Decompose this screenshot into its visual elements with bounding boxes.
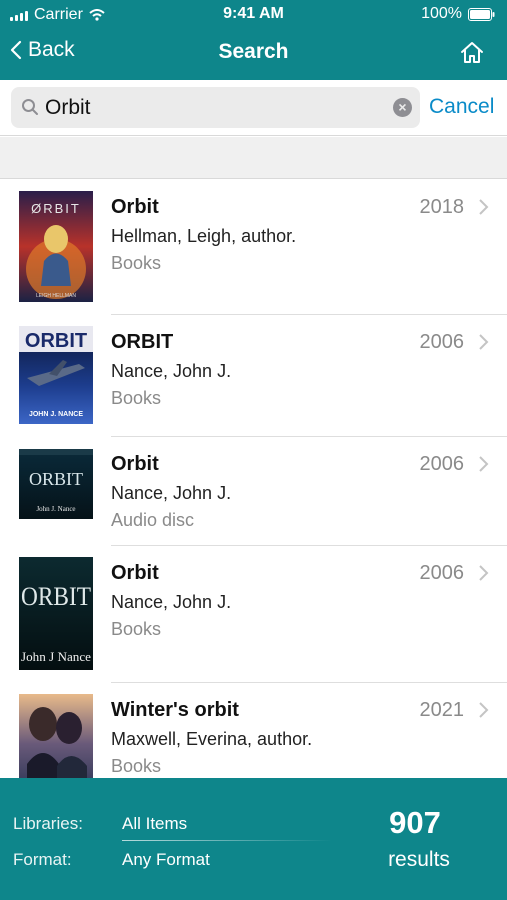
book-cover: ORBIT John J. Nance	[19, 449, 93, 519]
result-year: 2021	[419, 699, 465, 721]
results-count: 907	[389, 805, 441, 840]
status-bar: Carrier 9:41 AM 100%	[0, 0, 507, 30]
svg-text:John J Nance: John J Nance	[21, 649, 91, 664]
result-author: Maxwell, Everina, author.	[111, 729, 313, 749]
chevron-right-icon	[479, 456, 489, 472]
result-row[interactable]: ORBIT John J. Nance Orbit 2006 Nance, Jo…	[0, 437, 507, 546]
result-title: ORBIT	[111, 331, 174, 353]
result-title: Orbit	[111, 453, 159, 475]
result-year: 2018	[419, 196, 465, 218]
result-format: Books	[111, 253, 162, 273]
cancel-button[interactable]: Cancel	[429, 95, 494, 119]
result-row[interactable]: ORBIT John J Nance Orbit 2006 Nance, Joh…	[0, 546, 507, 683]
search-summary-footer: Libraries: All Items Format: Any Format …	[0, 778, 507, 900]
svg-text:ORBIT: ORBIT	[21, 582, 91, 611]
svg-text:JOHN J. NANCE: JOHN J. NANCE	[29, 411, 83, 418]
battery-percent: 100%	[421, 5, 462, 22]
section-spacer	[0, 137, 507, 179]
chevron-right-icon	[479, 199, 489, 215]
app-screen: Carrier 9:41 AM 100% Back Search Orbit ×…	[0, 0, 507, 900]
result-author: Hellman, Leigh, author.	[111, 226, 297, 246]
status-right: 100%	[421, 5, 495, 23]
filter-divider	[122, 840, 332, 841]
results-count-label: results	[388, 848, 450, 871]
search-input[interactable]	[45, 93, 385, 123]
svg-text:John J. Nance: John J. Nance	[36, 505, 75, 513]
result-author: Nance, John J.	[111, 592, 232, 612]
results-list[interactable]: ØRBIT LEIGH HELLMAN Orbit 2018 Hellman, …	[0, 180, 507, 778]
result-format: Books	[111, 619, 162, 639]
nav-bar: Back Search	[0, 30, 507, 78]
book-cover	[19, 694, 93, 778]
svg-text:ORBIT: ORBIT	[25, 330, 87, 352]
chevron-right-icon	[479, 565, 489, 581]
libraries-label: Libraries:	[13, 814, 83, 833]
battery-icon	[468, 7, 495, 21]
svg-text:LEIGH HELLMAN: LEIGH HELLMAN	[36, 293, 76, 299]
book-cover: ORBIT John J Nance	[19, 557, 93, 670]
result-format: Books	[111, 756, 162, 776]
search-icon	[22, 99, 38, 115]
svg-text:ORBIT: ORBIT	[29, 469, 83, 489]
result-title: Winter's orbit	[111, 699, 239, 721]
format-filter[interactable]: Any Format	[122, 850, 210, 870]
result-row[interactable]: Winter's orbit 2021 Maxwell, Everina, au…	[0, 683, 507, 778]
result-year: 2006	[419, 331, 465, 353]
svg-text:ØRBIT: ØRBIT	[31, 201, 81, 216]
chevron-right-icon	[479, 702, 489, 718]
home-icon[interactable]	[459, 40, 485, 66]
result-author: Nance, John J.	[111, 361, 232, 381]
search-bar: × Cancel	[0, 80, 507, 136]
result-title: Orbit	[111, 196, 159, 218]
libraries-filter[interactable]: All Items	[122, 814, 187, 834]
result-year: 2006	[419, 453, 465, 475]
clear-search-icon[interactable]: ×	[393, 98, 412, 117]
book-cover: ORBIT JOHN J. NANCE	[19, 326, 93, 424]
page-title: Search	[218, 40, 289, 63]
header: Carrier 9:41 AM 100% Back Search	[0, 0, 507, 80]
result-author: Nance, John J.	[111, 483, 232, 503]
result-year: 2006	[419, 562, 465, 584]
result-format: Audio disc	[111, 510, 195, 530]
result-title: Orbit	[111, 562, 159, 584]
search-field[interactable]: ×	[11, 87, 420, 128]
book-cover: ØRBIT LEIGH HELLMAN	[19, 191, 93, 302]
chevron-right-icon	[479, 334, 489, 350]
format-label: Format:	[13, 850, 72, 869]
result-row[interactable]: ØRBIT LEIGH HELLMAN Orbit 2018 Hellman, …	[0, 180, 507, 315]
result-row[interactable]: ORBIT JOHN J. NANCE ORBIT 2006 Nance, Jo…	[0, 315, 507, 437]
result-format: Books	[111, 388, 162, 408]
